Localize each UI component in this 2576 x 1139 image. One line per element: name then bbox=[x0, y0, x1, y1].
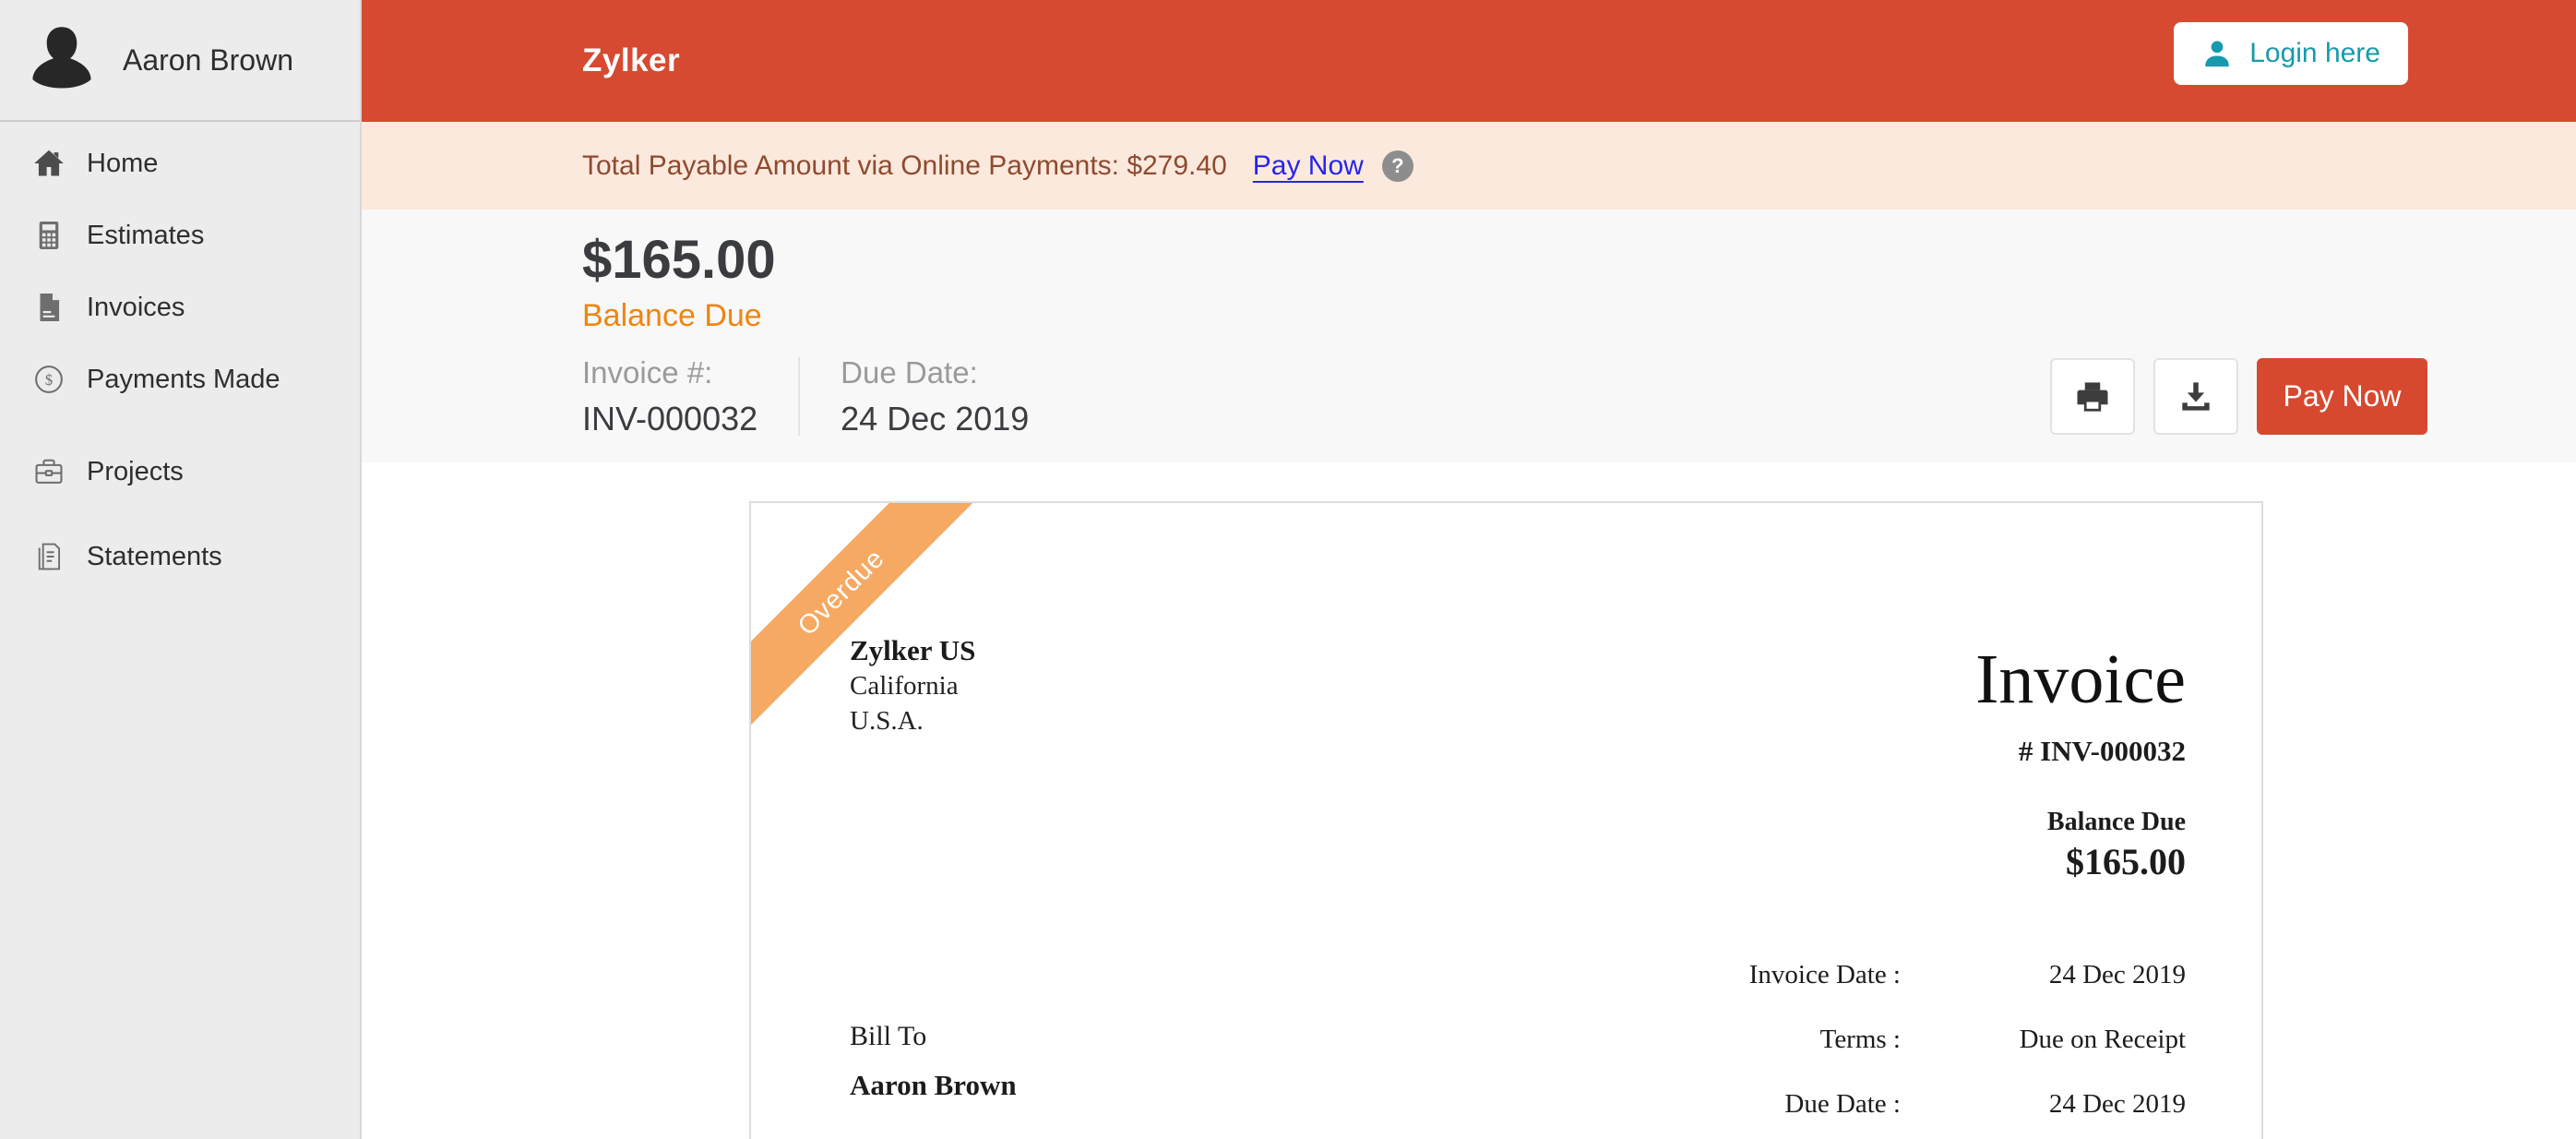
doc-due-date-value: 24 Dec 2019 bbox=[1901, 1091, 2186, 1118]
terms-value: Due on Receipt bbox=[1901, 1026, 2186, 1053]
sidebar-item-label: Payments Made bbox=[87, 365, 280, 395]
action-buttons: Pay Now bbox=[2050, 358, 2427, 435]
invoice-number-value: INV-000032 bbox=[582, 402, 757, 436]
main-area: Zylker Login here Total Payable Amount v… bbox=[362, 0, 2576, 1139]
due-date-field: Due Date: 24 Dec 2019 bbox=[798, 357, 1069, 436]
sidebar-item-label: Invoices bbox=[87, 293, 185, 323]
sidebar-item-label: Projects bbox=[87, 457, 184, 487]
terms-label: Terms : bbox=[1661, 1026, 1901, 1053]
login-button[interactable]: Login here bbox=[2174, 22, 2408, 85]
user-profile: Aaron Brown bbox=[0, 0, 360, 122]
payable-message: Total Payable Amount via Online Payments… bbox=[582, 150, 1227, 182]
invoice-number-field: Invoice #: INV-000032 bbox=[582, 357, 798, 436]
company-country: U.S.A. bbox=[850, 703, 975, 738]
invoice-balance-due-label: Balance Due bbox=[2047, 809, 2186, 835]
print-button[interactable] bbox=[2050, 358, 2135, 435]
sidebar-item-invoices[interactable]: Invoices bbox=[0, 271, 360, 343]
sidebar-item-label: Statements bbox=[87, 542, 222, 572]
sidebar-item-label: Estimates bbox=[87, 221, 204, 251]
login-button-label: Login here bbox=[2249, 38, 2380, 69]
invoice-summary-strip: $165.00 Balance Due Invoice #: INV-00003… bbox=[362, 210, 2576, 462]
home-icon bbox=[31, 146, 66, 181]
avatar-icon bbox=[30, 23, 93, 97]
invoice-number-label: Invoice #: bbox=[582, 357, 757, 388]
download-button[interactable] bbox=[2153, 358, 2238, 435]
due-date-row: Due Date : 24 Dec 2019 bbox=[1661, 1091, 2186, 1118]
document-canvas: Overdue Zylker US California U.S.A. Invo… bbox=[362, 462, 2576, 1139]
invoice-date-value: 24 Dec 2019 bbox=[1901, 962, 2186, 989]
summary-fields: Invoice #: INV-000032 Due Date: 24 Dec 2… bbox=[582, 357, 1069, 436]
company-address-block: Zylker US California U.S.A. bbox=[850, 633, 975, 738]
brand-title: Zylker bbox=[582, 42, 680, 79]
invoice-number: # INV-000032 bbox=[2019, 737, 2186, 765]
invoice-date-label: Invoice Date : bbox=[1661, 962, 1901, 989]
due-date-value: 24 Dec 2019 bbox=[841, 402, 1029, 436]
company-state: California bbox=[850, 668, 975, 703]
dollar-circle-icon: $ bbox=[31, 362, 66, 397]
sidebar-item-payments-made[interactable]: $ Payments Made bbox=[0, 343, 360, 415]
pay-now-link[interactable]: Pay Now bbox=[1253, 150, 1364, 182]
payable-notification-bar: Total Payable Amount via Online Payments… bbox=[362, 122, 2576, 210]
person-icon bbox=[2201, 38, 2233, 69]
doc-due-date-label: Due Date : bbox=[1661, 1091, 1901, 1118]
terms-row: Terms : Due on Receipt bbox=[1661, 1026, 2186, 1053]
invoice-title: Invoice bbox=[1975, 644, 2186, 714]
bill-to-label: Bill To bbox=[850, 1023, 1017, 1050]
invoice-paper: Overdue Zylker US California U.S.A. Invo… bbox=[749, 501, 2263, 1139]
bill-to-name: Aaron Brown bbox=[850, 1072, 1017, 1099]
header-bar: Zylker Login here bbox=[362, 0, 2576, 122]
sidebar-item-home[interactable]: Home bbox=[0, 127, 360, 199]
balance-due-label: Balance Due bbox=[582, 300, 762, 331]
invoice-balance-amount: $165.00 bbox=[2066, 844, 2186, 881]
help-icon[interactable]: ? bbox=[1382, 150, 1413, 182]
svg-text:$: $ bbox=[45, 371, 53, 389]
sidebar-nav: Home Estimates Invoices $ Payments Made … bbox=[0, 122, 360, 593]
sidebar-item-statements[interactable]: Statements bbox=[0, 521, 360, 593]
invoice-meta-table: Invoice Date : 24 Dec 2019 Terms : Due o… bbox=[1661, 962, 2186, 1139]
document-icon bbox=[31, 290, 66, 325]
calculator-icon bbox=[31, 218, 66, 253]
due-date-label: Due Date: bbox=[841, 357, 1029, 388]
bill-to-block: Bill To Aaron Brown bbox=[850, 1023, 1017, 1099]
sidebar-item-label: Home bbox=[87, 149, 158, 179]
briefcase-icon bbox=[31, 454, 66, 489]
pay-now-button[interactable]: Pay Now bbox=[2257, 358, 2427, 435]
sidebar-item-projects[interactable]: Projects bbox=[0, 436, 360, 508]
company-name: Zylker US bbox=[850, 633, 975, 668]
balance-amount: $165.00 bbox=[582, 234, 776, 287]
portal-app: Aaron Brown Home Estimates Invoices $ Pa… bbox=[0, 0, 2576, 1139]
sidebar: Aaron Brown Home Estimates Invoices $ Pa… bbox=[0, 0, 362, 1139]
user-name: Aaron Brown bbox=[123, 43, 293, 78]
invoice-date-row: Invoice Date : 24 Dec 2019 bbox=[1661, 962, 2186, 989]
download-icon bbox=[2176, 377, 2216, 417]
pages-icon bbox=[31, 539, 66, 574]
sidebar-item-estimates[interactable]: Estimates bbox=[0, 199, 360, 271]
printer-icon bbox=[2072, 377, 2113, 417]
